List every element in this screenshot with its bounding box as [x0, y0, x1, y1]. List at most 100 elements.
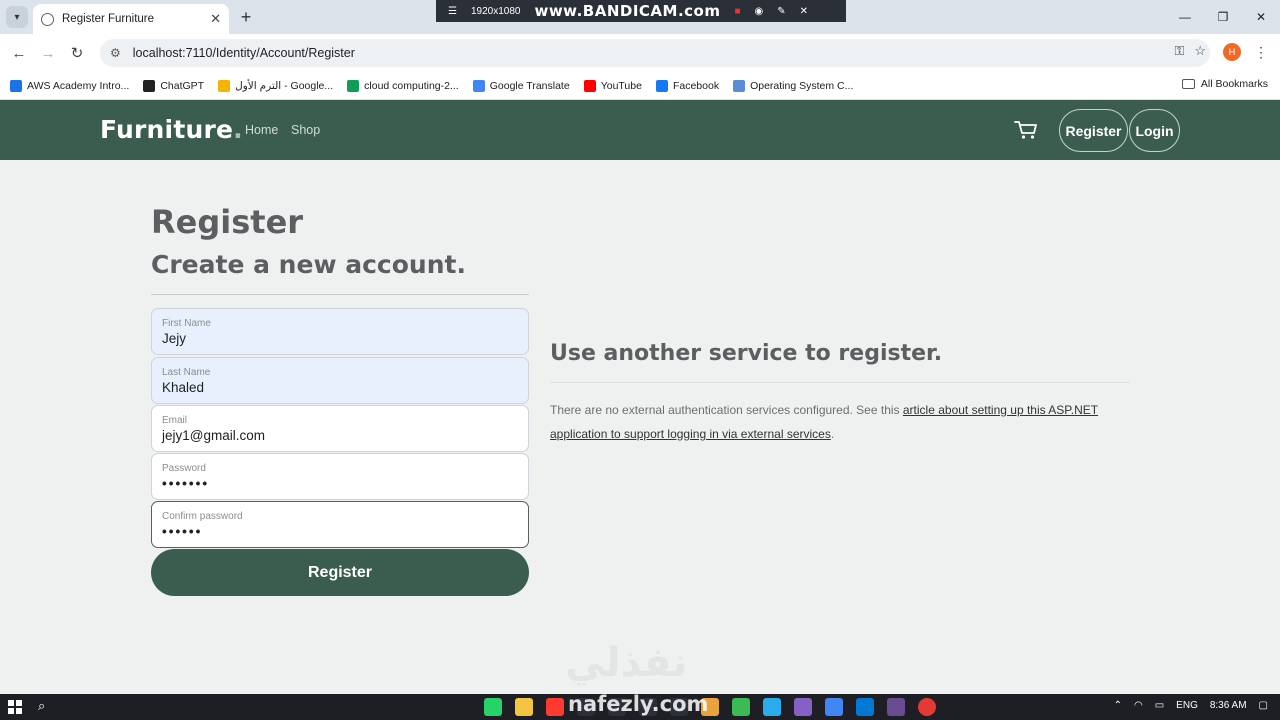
taskbar-apps	[484, 698, 936, 716]
external-text-intro: There are no external authentication ser…	[550, 403, 903, 417]
first-name-field[interactable]: First Name Jejy	[151, 308, 529, 355]
back-icon[interactable]: ←	[8, 42, 30, 64]
window-close-icon[interactable]: ✕	[1242, 0, 1280, 34]
last-name-value[interactable]: Khaled	[162, 380, 518, 395]
external-services-title: Use another service to register.	[550, 341, 943, 366]
battery-icon[interactable]: ▭	[1155, 700, 1164, 711]
last-name-field[interactable]: Last Name Khaled	[151, 357, 529, 404]
site-navbar: Furniture. Home Shop Register Login	[0, 100, 1280, 160]
page-subtitle: Create a new account.	[151, 250, 466, 279]
address-bar-row: ← → ↻ ⚙ localhost:7110/Identity/Account/…	[0, 34, 1280, 72]
pencil-icon[interactable]: ✎	[777, 6, 785, 17]
bookmark-item[interactable]: cloud computing-2...	[347, 79, 459, 92]
password-label: Password	[162, 463, 206, 474]
browser-tab-bar: ▾ Register Furniture ✕ + ☰ 1920x1080 www…	[0, 0, 1280, 34]
folder-icon	[1181, 79, 1195, 89]
chrome-active-icon[interactable]	[825, 698, 843, 716]
bookmark-item[interactable]: YouTube	[583, 79, 642, 92]
bookmark-label: Google Translate	[489, 79, 570, 92]
all-bookmarks-label: All Bookmarks	[1200, 78, 1268, 90]
record-icon[interactable]	[918, 698, 936, 716]
tab-title: Register Furniture	[62, 13, 155, 25]
browser-menu-icon[interactable]: ⋮	[1254, 44, 1268, 61]
divider	[151, 294, 529, 295]
menu-icon[interactable]: ☰	[448, 6, 457, 17]
confirm-password-field[interactable]: Confirm password ••••••	[151, 501, 529, 548]
all-bookmarks-button[interactable]: All Bookmarks	[1181, 78, 1268, 90]
nav-login-button[interactable]: Login	[1129, 109, 1180, 152]
email-value[interactable]: jejy1@gmail.com	[162, 428, 518, 443]
first-name-label: First Name	[162, 318, 211, 329]
forward-icon[interactable]: →	[37, 42, 59, 64]
bookmark-label: ChatGPT	[160, 79, 205, 92]
password-field[interactable]: Password •••••••	[151, 453, 529, 500]
bookmark-favicon-icon	[143, 79, 156, 92]
first-name-value[interactable]: Jejy	[162, 331, 518, 346]
camera-icon[interactable]: ◉	[755, 6, 764, 17]
system-tray: ⌃ ◠ ▭ ENG 8:36 AM ▢	[1114, 700, 1268, 711]
minimize-icon[interactable]: —	[1166, 0, 1204, 34]
last-name-label: Last Name	[162, 367, 211, 378]
notification-icon[interactable]: ▢	[1259, 700, 1268, 711]
nav-home-link[interactable]: Home	[245, 123, 278, 137]
tab-list-button[interactable]: ▾	[6, 6, 28, 28]
mail-icon[interactable]	[856, 698, 874, 716]
cart-icon[interactable]	[1014, 120, 1038, 140]
omnibox[interactable]: ⚙ localhost:7110/Identity/Account/Regist…	[100, 39, 1210, 67]
watermark-arabic: نفذلي	[565, 640, 688, 686]
bookmark-item[interactable]: ChatGPT	[143, 79, 205, 92]
telegram-icon[interactable]	[763, 698, 781, 716]
tab-register-furniture[interactable]: Register Furniture ✕	[33, 4, 229, 34]
page-title: Register	[151, 203, 304, 241]
windows-start-icon[interactable]	[8, 700, 22, 714]
csharp-icon[interactable]	[887, 698, 905, 716]
whatsapp-icon[interactable]	[484, 698, 502, 716]
tab-close-icon[interactable]: ✕	[210, 11, 221, 27]
bookmark-label: cloud computing-2...	[364, 79, 459, 92]
bookmark-favicon-icon	[347, 79, 360, 92]
search-icon[interactable]: ⌕	[38, 698, 45, 714]
illustrator-icon[interactable]	[546, 698, 564, 716]
file-explorer-icon[interactable]	[515, 698, 533, 716]
email-field[interactable]: Email jejy1@gmail.com	[151, 405, 529, 452]
site-info-icon[interactable]: ⚙	[110, 46, 121, 60]
logo-dot: .	[233, 115, 243, 144]
app-grid-icon[interactable]	[732, 698, 750, 716]
bookmark-label: الترم الأول - Google...	[235, 79, 334, 92]
external-text-suffix: .	[830, 427, 835, 441]
bookmark-label: Facebook	[672, 79, 720, 92]
tray-chevron-icon[interactable]: ⌃	[1114, 700, 1122, 711]
bookmark-item[interactable]: Facebook	[655, 79, 720, 92]
language-indicator[interactable]: ENG	[1176, 700, 1198, 711]
bookmark-favicon-icon	[218, 79, 231, 92]
bookmark-favicon-icon	[733, 79, 746, 92]
bookmark-item[interactable]: Operating System C...	[733, 79, 853, 92]
nav-shop-link[interactable]: Shop	[291, 123, 320, 137]
wifi-icon[interactable]: ◠	[1134, 700, 1143, 711]
nav-register-button[interactable]: Register	[1059, 109, 1128, 152]
recording-brand: www.BANDICAM.com	[534, 2, 721, 20]
bookmark-star-icon[interactable]: ☆	[1194, 43, 1206, 59]
password-value[interactable]: •••••••	[162, 476, 518, 491]
visual-studio-icon[interactable]	[794, 698, 812, 716]
omnibox-actions: ⚿ ☆	[1174, 43, 1206, 59]
confirm-password-value[interactable]: ••••••	[162, 524, 518, 539]
bookmark-item[interactable]: الترم الأول - Google...	[218, 79, 334, 92]
password-key-icon[interactable]: ⚿	[1174, 43, 1184, 59]
bookmarks-bar: AWS Academy Intro... ChatGPT الترم الأول -…	[0, 72, 1280, 100]
watermark-latin: nafezly.com	[568, 692, 709, 716]
recording-toolbar: ☰ 1920x1080 www.BANDICAM.com ■ ◉ ✎ ✕	[436, 0, 846, 22]
bookmark-favicon-icon	[583, 79, 596, 92]
bookmark-item[interactable]: AWS Academy Intro...	[10, 79, 129, 92]
bookmark-item[interactable]: Google Translate	[472, 79, 570, 92]
url-text[interactable]: localhost:7110/Identity/Account/Register	[133, 46, 355, 60]
submit-register-button[interactable]: Register	[151, 549, 529, 596]
restore-icon[interactable]: ❐	[1204, 0, 1242, 34]
reload-icon[interactable]: ↻	[66, 42, 88, 64]
new-tab-button[interactable]: +	[236, 7, 256, 28]
clock[interactable]: 8:36 AM	[1210, 700, 1247, 711]
profile-avatar[interactable]: H	[1223, 43, 1241, 61]
site-logo[interactable]: Furniture.	[100, 115, 243, 144]
bookmark-favicon-icon	[655, 79, 668, 92]
close-recorder-icon[interactable]: ✕	[800, 6, 808, 17]
